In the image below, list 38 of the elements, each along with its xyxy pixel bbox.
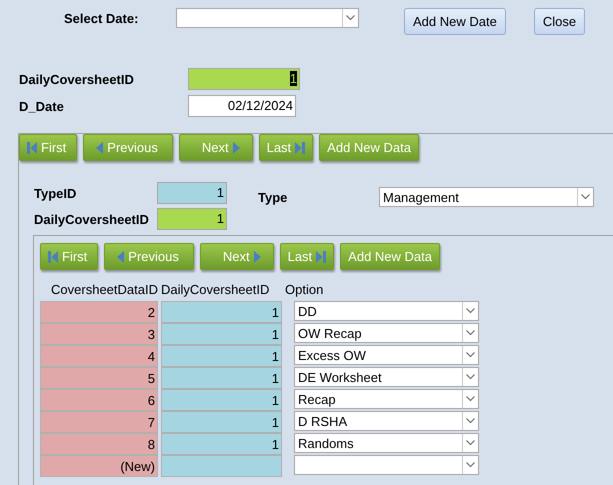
input-field[interactable]: 02/12/2024 (188, 95, 296, 117)
option-dropdown[interactable]: DD (294, 301, 479, 321)
input-field[interactable]: 1 (188, 68, 300, 90)
option-dropdown[interactable]: Recap (294, 389, 479, 409)
id-cell[interactable]: 5 (40, 367, 158, 389)
id-cell[interactable]: 7 (40, 411, 158, 433)
id-cell[interactable]: (New) (40, 455, 158, 477)
option-dropdown[interactable]: Excess OW (294, 345, 479, 365)
field-label: Type (258, 190, 288, 204)
id-cell[interactable]: 8 (40, 433, 158, 455)
id-cell[interactable]: 1 (161, 345, 282, 367)
add-date-button[interactable]: Add New Date (404, 8, 506, 35)
close-button[interactable]: Close (534, 8, 586, 35)
field-label: D_Date (19, 98, 65, 114)
input-field[interactable]: 1 (157, 208, 227, 230)
option-dropdown[interactable]: D RSHA (294, 411, 479, 431)
id-cell[interactable]: 4 (40, 345, 158, 367)
input-field[interactable]: 1 (157, 182, 227, 204)
column-header: CoversheetDataID (50, 282, 158, 299)
column-header: DailyCoversheetID (161, 282, 270, 299)
id-cell[interactable]: 6 (40, 389, 158, 411)
id-cell[interactable]: 1 (161, 411, 282, 433)
id-cell[interactable]: 3 (40, 323, 158, 345)
field-label: Select Date: (64, 11, 140, 26)
field-label: DailyCoversheetID (34, 212, 150, 226)
id-cell[interactable]: 1 (161, 301, 282, 323)
option-dropdown[interactable]: OW Recap (294, 323, 479, 343)
option-dropdown[interactable]: Randoms (294, 433, 479, 453)
id-cell[interactable]: 1 (161, 433, 282, 455)
field-label: TypeID (34, 186, 78, 200)
type-dropdown[interactable]: Management (379, 187, 594, 207)
field-label: DailyCoversheetID (19, 72, 135, 86)
id-cell[interactable]: 1 (161, 323, 282, 345)
column-header: Option (285, 282, 324, 299)
option-dropdown[interactable]: DE Worksheet (294, 367, 479, 387)
id-cell[interactable]: 1 (161, 389, 282, 411)
id-cell[interactable]: 1 (161, 367, 282, 389)
id-cell[interactable]: 2 (40, 301, 158, 323)
